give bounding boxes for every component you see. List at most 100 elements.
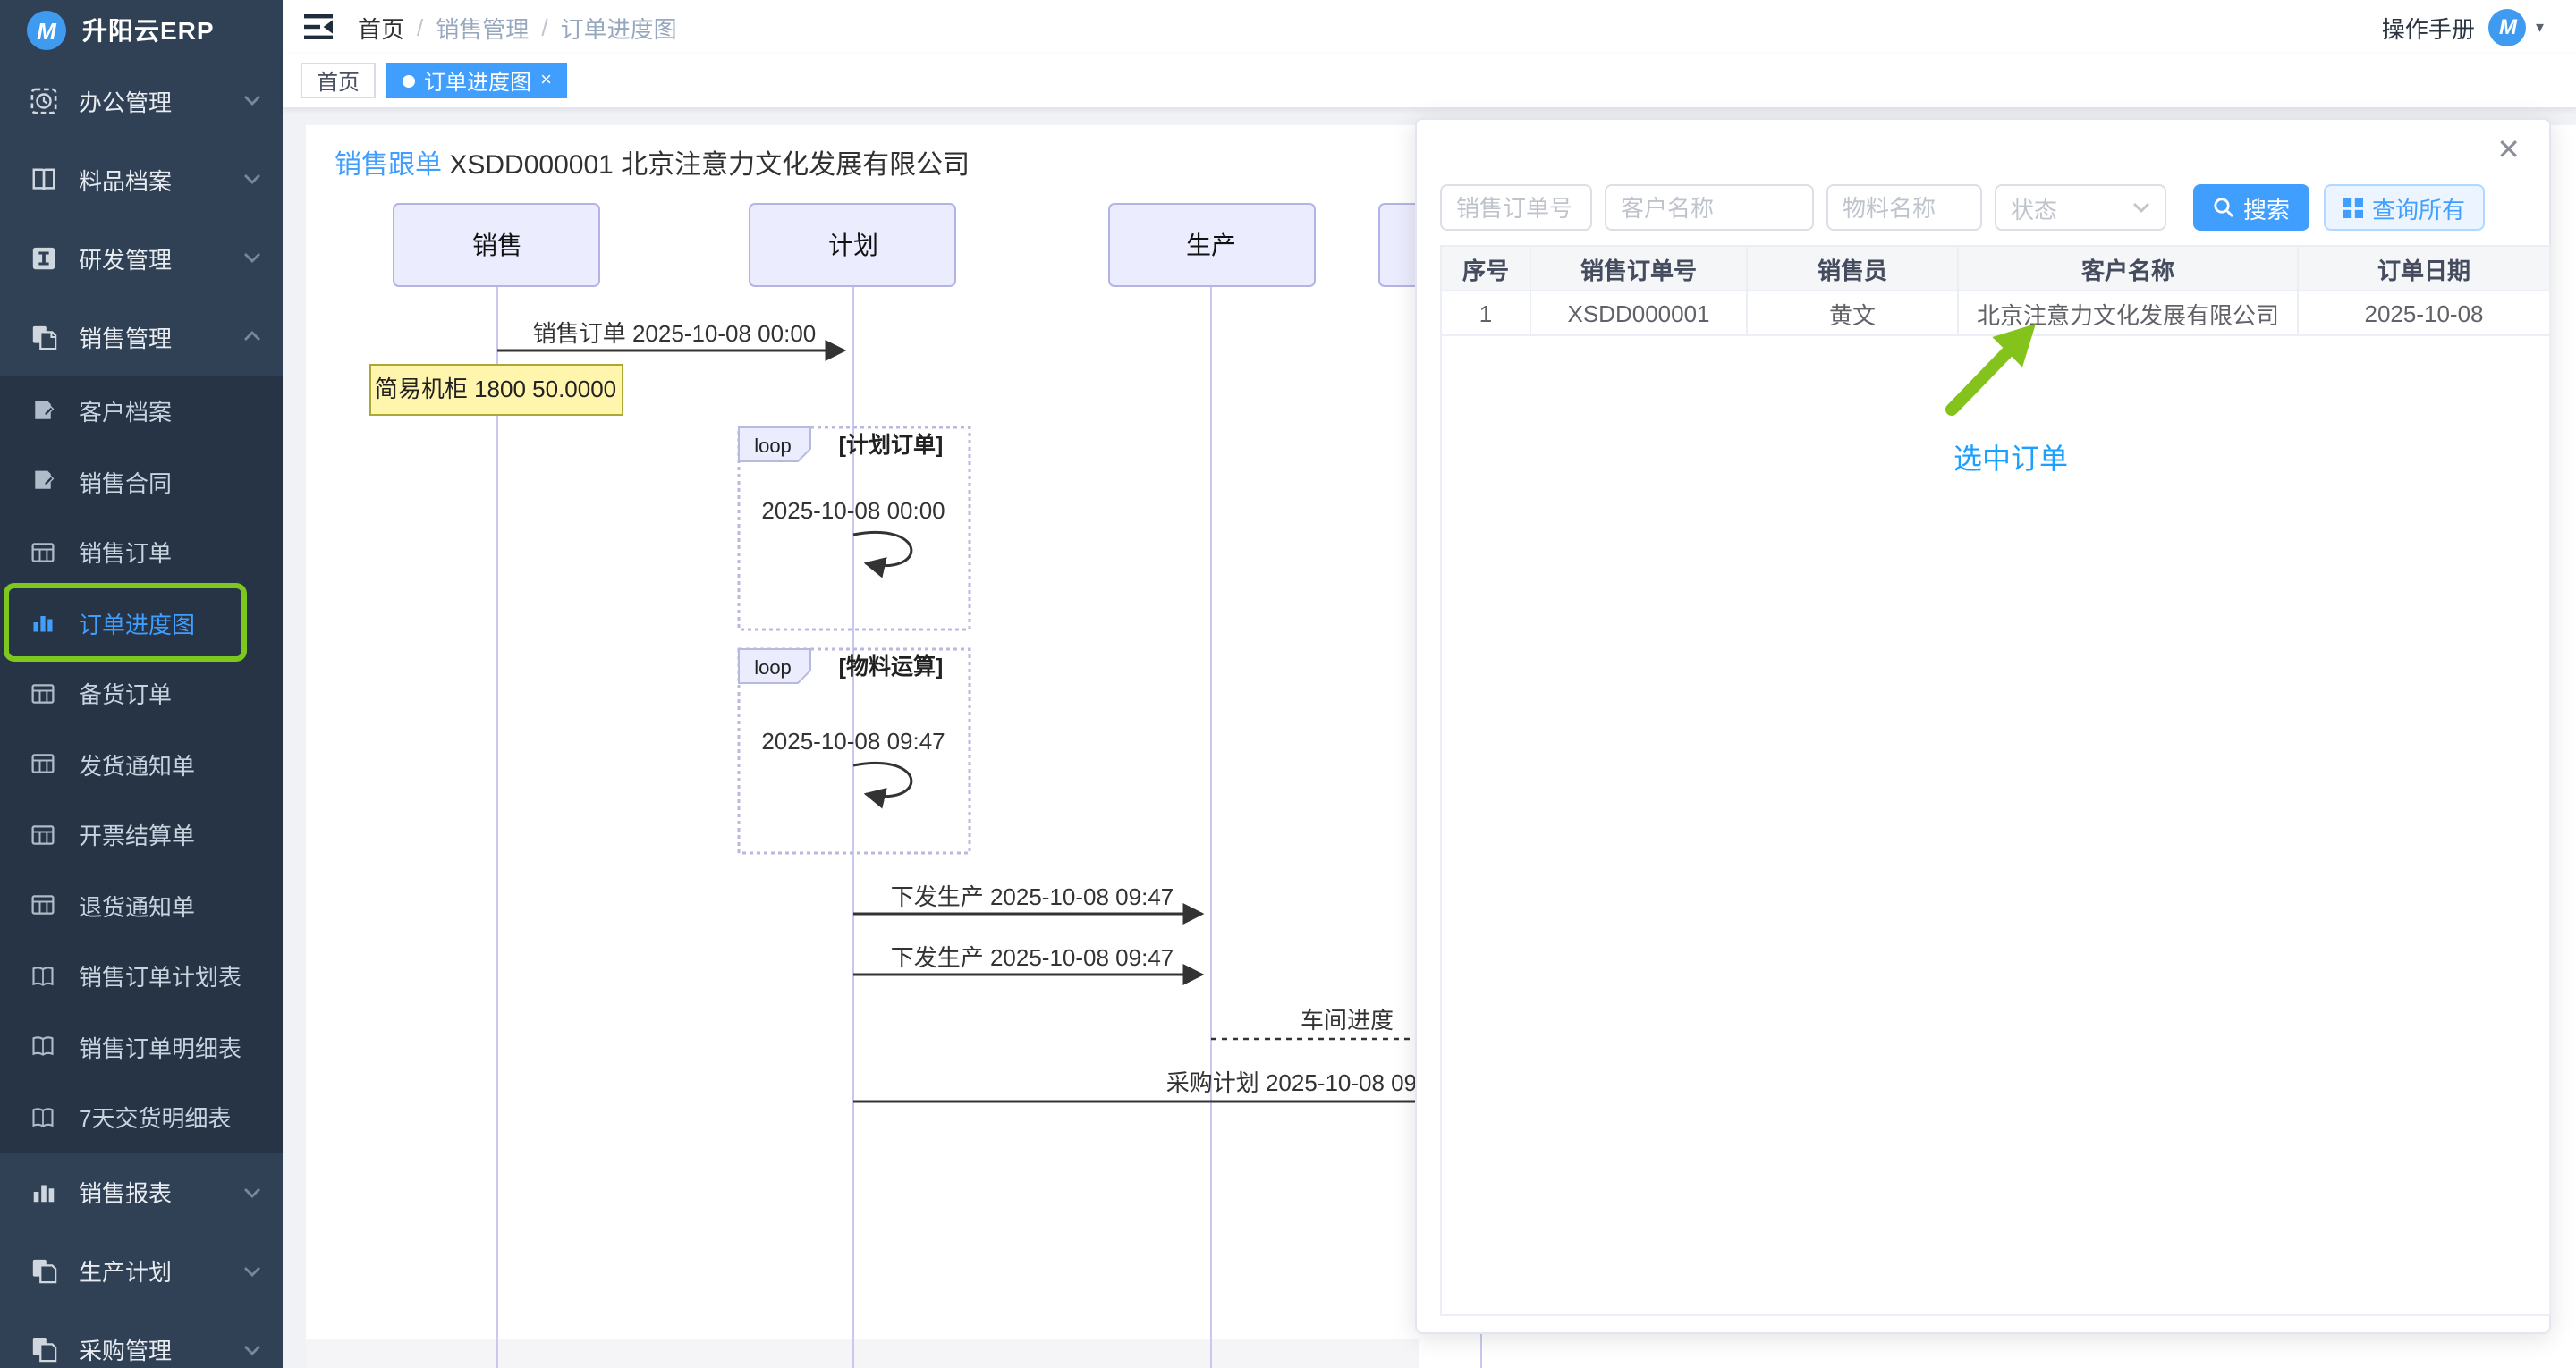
- caret-down-icon: ▾: [2536, 17, 2544, 37]
- book-icon: [30, 165, 57, 192]
- search-row: 状态 搜索 查询所有: [1440, 184, 2485, 231]
- user-avatar-menu[interactable]: M ▾: [2489, 8, 2544, 46]
- page-title-text: XSDD000001 北京注意力文化发展有限公司: [442, 150, 970, 181]
- svg-text:生产: 生产: [1186, 232, 1236, 259]
- svg-text:计划: 计划: [828, 232, 878, 259]
- logo: M 升阳云ERP: [0, 0, 283, 61]
- sidebar-item-label: 开票结算单: [79, 818, 195, 852]
- sidebar-item-sales-order[interactable]: 销售订单: [0, 517, 283, 587]
- tab-label: 订单进度图: [424, 65, 531, 96]
- actor-production: 生产: [1109, 204, 1315, 286]
- sidebar-item-label: 备货订单: [79, 677, 172, 711]
- table-row[interactable]: 1 XSDD000001 黄文 北京注意力文化发展有限公司 2025-10-08: [1442, 291, 2549, 336]
- open-book-icon: [30, 964, 55, 989]
- message-label: 采购计划 2025-10-08 09:47: [1166, 1069, 1450, 1096]
- grid-icon: [2343, 198, 2363, 217]
- cell-order-no: XSDD000001: [1531, 291, 1748, 336]
- collapse-sidebar-icon[interactable]: [304, 14, 333, 39]
- tags-view-bar: 首页 订单进度图 ×: [283, 54, 2576, 109]
- copy-document-icon: [30, 323, 57, 350]
- chevron-down-icon: [243, 95, 261, 106]
- order-no-input[interactable]: [1440, 184, 1592, 231]
- search-icon: [2213, 197, 2234, 218]
- loop-condition: [物料运算]: [839, 654, 944, 680]
- svg-text:销售: 销售: [472, 232, 522, 259]
- sidebar-item-purchase-mgmt[interactable]: 采购管理: [0, 1310, 283, 1368]
- document-edit-icon: [30, 399, 55, 424]
- table-grid-icon: [30, 681, 55, 706]
- sidebar-item-label: 采购管理: [79, 1332, 172, 1366]
- operation-manual-link[interactable]: 操作手册: [2382, 10, 2475, 44]
- table-grid-icon: [30, 752, 55, 777]
- message-label: 下发生产 2025-10-08 09:47: [891, 944, 1174, 971]
- material-name-input[interactable]: [1826, 184, 1982, 231]
- copy-document-icon: [30, 1336, 57, 1363]
- message-label: 销售订单 2025-10-08 00:00: [533, 320, 817, 347]
- chevron-down-icon: [243, 1265, 261, 1276]
- status-select[interactable]: 状态: [1995, 184, 2166, 231]
- status-select-placeholder: 状态: [2011, 190, 2057, 224]
- chevron-down-icon: [243, 252, 261, 263]
- logo-mark-icon: M: [27, 11, 66, 50]
- sidebar-item-delivery-notice[interactable]: 发货通知单: [0, 729, 283, 799]
- breadcrumb-home[interactable]: 首页: [358, 10, 404, 44]
- breadcrumb-sales-mgmt[interactable]: 销售管理: [436, 10, 529, 44]
- sidebar: M 升阳云ERP 办公管理 料品档案 研发管理 销售管理: [0, 0, 283, 1368]
- column-header-order-no: 销售订单号: [1531, 247, 1748, 291]
- breadcrumb-separator: /: [417, 13, 423, 40]
- bar-chart-icon: [30, 611, 55, 636]
- sidebar-item-label: 7天交货明细表: [79, 1101, 231, 1135]
- sidebar-item-label: 发货通知单: [79, 747, 195, 781]
- sidebar-item-label: 销售管理: [79, 319, 172, 353]
- cell-salesperson: 黄文: [1748, 291, 1959, 336]
- sidebar-item-office-mgmt[interactable]: 办公管理: [0, 61, 283, 139]
- sidebar-item-material-archive[interactable]: 料品档案: [0, 139, 283, 218]
- order-select-panel: ✕ 状态 搜索 查询所有: [1415, 118, 2551, 1334]
- search-button[interactable]: 搜索: [2193, 184, 2309, 231]
- sidebar-item-order-progress-chart[interactable]: 订单进度图: [0, 587, 283, 658]
- tab-order-progress-chart[interactable]: 订单进度图 ×: [386, 63, 568, 98]
- sidebar-item-label: 客户档案: [79, 394, 172, 428]
- loop-keyword: loop: [754, 656, 792, 679]
- sidebar-item-sales-reports[interactable]: 销售报表: [0, 1153, 283, 1231]
- customer-name-input[interactable]: [1605, 184, 1814, 231]
- query-all-button-label: 查询所有: [2372, 190, 2465, 224]
- note-box: 简易机柜 1800 50.0000: [370, 365, 623, 415]
- sidebar-item-stock-order[interactable]: 备货订单: [0, 658, 283, 729]
- top-navbar: 首页 / 销售管理 / 订单进度图 操作手册 M ▾: [283, 0, 2576, 54]
- close-icon[interactable]: ✕: [2496, 138, 2521, 166]
- sidebar-item-production-plan[interactable]: 生产计划: [0, 1231, 283, 1310]
- sidebar-menu: 办公管理 料品档案 研发管理 销售管理 客户档案: [0, 61, 283, 1368]
- loop-message: 2025-10-08 00:00: [761, 497, 945, 524]
- sidebar-item-customer-archive[interactable]: 客户档案: [0, 376, 283, 446]
- sidebar-item-invoice-settlement[interactable]: 开票结算单: [0, 799, 283, 870]
- avatar: M: [2489, 8, 2527, 46]
- sidebar-item-return-notice[interactable]: 退货通知单: [0, 870, 283, 941]
- sidebar-item-order-plan-report[interactable]: 销售订单计划表: [0, 941, 283, 1011]
- chevron-up-icon: [243, 331, 261, 342]
- actor-plan: 计划: [750, 204, 955, 286]
- sidebar-item-rd-mgmt[interactable]: 研发管理: [0, 218, 283, 297]
- tab-home[interactable]: 首页: [301, 63, 376, 98]
- query-all-button[interactable]: 查询所有: [2324, 184, 2485, 231]
- sidebar-item-sales-mgmt[interactable]: 销售管理: [0, 297, 283, 376]
- sidebar-item-sales-contract[interactable]: 销售合同: [0, 446, 283, 517]
- logo-text: 升阳云ERP: [82, 13, 215, 48]
- sidebar-item-label: 销售订单明细表: [79, 1030, 242, 1064]
- page-title-link[interactable]: 销售跟单: [335, 150, 442, 181]
- sidebar-item-label: 料品档案: [79, 162, 172, 196]
- tab-close-icon[interactable]: ×: [540, 71, 552, 90]
- chevron-down-icon: [243, 1344, 261, 1355]
- sidebar-item-order-detail-report[interactable]: 销售订单明细表: [0, 1011, 283, 1082]
- breadcrumb-current: 订单进度图: [561, 10, 677, 44]
- table-grid-icon: [30, 893, 55, 918]
- table-grid-icon: [30, 823, 55, 848]
- sidebar-item-label: 销售订单计划表: [79, 959, 242, 993]
- annotation-select-order-label: 选中订单: [1953, 435, 2068, 477]
- sidebar-item-7day-delivery-report[interactable]: 7天交货明细表: [0, 1082, 283, 1153]
- actor-sales: 销售: [394, 204, 599, 286]
- open-book-icon: [30, 1034, 55, 1060]
- message-label: 下发生产 2025-10-08 09:47: [891, 883, 1174, 910]
- self-message-arrow: [853, 532, 911, 565]
- column-header-customer: 客户名称: [1959, 247, 2299, 291]
